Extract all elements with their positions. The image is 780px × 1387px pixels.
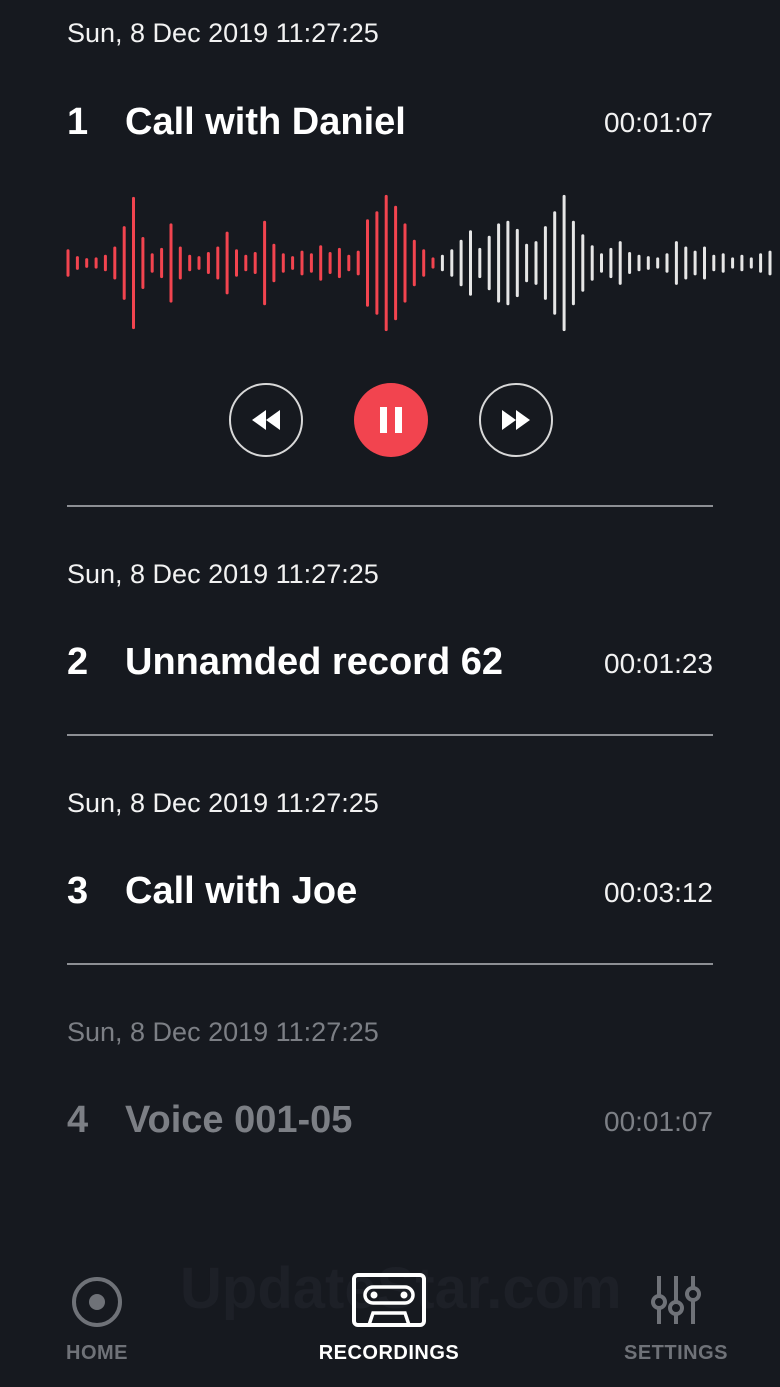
- recording-title: Voice 001-05: [125, 1099, 353, 1141]
- nav-home[interactable]: HOME: [47, 1260, 147, 1387]
- recordings-screen: Sun, 8 Dec 2019 11:27:25 1 Call with Dan…: [0, 0, 780, 1387]
- waveform-scrubber[interactable]: [0, 190, 780, 340]
- recording-index: 3: [67, 870, 89, 912]
- recording-duration: 00:01:07: [604, 107, 713, 138]
- divider: [67, 963, 713, 965]
- recording-title: Call with Daniel: [125, 101, 406, 143]
- recording-date: Sun, 8 Dec 2019 11:27:25: [67, 788, 379, 818]
- nav-settings[interactable]: SETTINGS: [616, 1260, 736, 1387]
- recording-title: Call with Joe: [125, 870, 358, 912]
- fast-forward-button[interactable]: [479, 383, 553, 457]
- divider: [67, 734, 713, 736]
- pause-icon: [380, 407, 402, 433]
- recording-index: 2: [67, 641, 89, 683]
- nav-home-label: HOME: [66, 1342, 128, 1364]
- recording-index: 1: [67, 101, 89, 143]
- rewind-button[interactable]: [229, 383, 303, 457]
- recording-title: Unnamded record 62: [125, 641, 503, 683]
- sliders-icon: [651, 1276, 701, 1324]
- recording-date: Sun, 8 Dec 2019 11:27:25: [67, 18, 379, 48]
- pause-button[interactable]: [354, 383, 428, 457]
- cassette-icon: [352, 1273, 426, 1327]
- record-icon: [72, 1277, 122, 1327]
- recording-duration: 00:03:12: [604, 877, 713, 908]
- nav-recordings[interactable]: RECORDINGS: [314, 1260, 464, 1387]
- recording-duration: 00:01:23: [604, 648, 713, 679]
- recording-index: 4: [67, 1099, 89, 1141]
- recording-duration: 00:01:07: [604, 1106, 713, 1137]
- divider: [67, 505, 713, 507]
- nav-recordings-label: RECORDINGS: [318, 1342, 460, 1364]
- recording-date: Sun, 8 Dec 2019 11:27:25: [67, 559, 379, 589]
- recording-date: Sun, 8 Dec 2019 11:27:25: [67, 1017, 379, 1047]
- rewind-icon: [252, 410, 280, 430]
- nav-settings-label: SETTINGS: [623, 1342, 728, 1364]
- fast-forward-icon: [502, 410, 530, 430]
